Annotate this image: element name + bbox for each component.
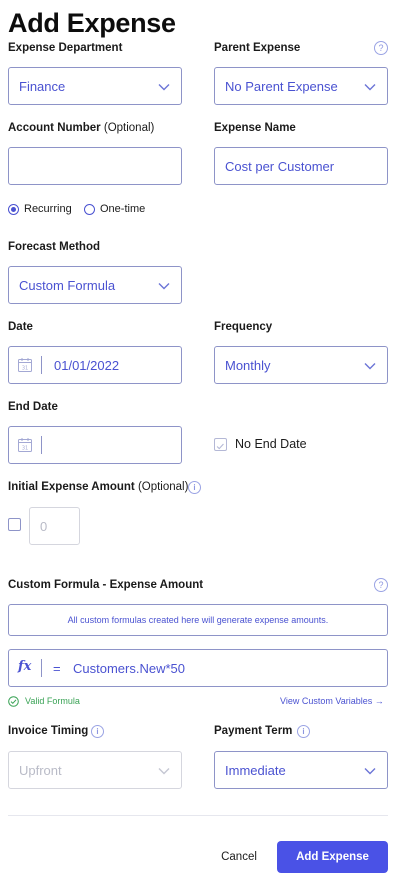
initial-amount-label: Initial Expense Amount (Optional) — [8, 481, 188, 493]
formula-value: Customers.New*50 — [73, 660, 185, 676]
date-label: Date — [8, 321, 33, 333]
payment-term-label: Payment Term — [214, 725, 293, 737]
one-time-radio[interactable] — [84, 204, 95, 215]
recurring-radio[interactable] — [8, 204, 19, 215]
field-separator — [41, 436, 42, 454]
add-expense-button[interactable]: Add Expense — [277, 841, 388, 873]
expense-name-label: Expense Name — [214, 122, 296, 134]
info-circle-icon[interactable]: i — [188, 481, 201, 494]
optional-tag: (Optional) — [137, 481, 189, 493]
no-end-date-label[interactable]: No End Date — [235, 437, 307, 451]
field-separator — [41, 659, 42, 677]
page-title: Add Expense — [8, 8, 176, 38]
chevron-down-icon — [158, 283, 170, 290]
one-time-radio-label[interactable]: One-time — [100, 203, 145, 215]
initial-amount-placeholder: 0 — [40, 518, 48, 534]
custom-formula-label: Custom Formula - Expense Amount — [8, 579, 204, 591]
payment-term-select[interactable]: Immediate — [214, 751, 388, 789]
initial-amount-label-text: Initial Expense Amount — [8, 481, 135, 493]
date-input[interactable]: 31 01/01/2022 — [8, 346, 182, 384]
parent-expense-value: No Parent Expense — [225, 78, 338, 94]
forecast-method-select[interactable]: Custom Formula — [8, 266, 182, 304]
valid-formula-text: Valid Formula — [25, 696, 80, 706]
parent-expense-label: Parent Expense — [214, 42, 301, 54]
calendar-icon-day: 31 — [22, 366, 28, 372]
no-end-date-checkbox[interactable] — [214, 438, 227, 451]
chevron-down-icon — [158, 84, 170, 91]
forecast-method-value: Custom Formula — [19, 277, 116, 293]
formula-note: All custom formulas created here will ge… — [8, 604, 388, 636]
check-circle-icon — [8, 696, 19, 707]
chevron-down-icon — [364, 768, 376, 775]
recurring-radio-label[interactable]: Recurring — [24, 203, 72, 215]
check-icon — [216, 443, 224, 450]
chevron-down-icon — [158, 768, 170, 775]
initial-amount-checkbox[interactable] — [8, 518, 21, 531]
formula-input[interactable]: fx = Customers.New*50 — [8, 649, 388, 687]
cancel-button[interactable]: Cancel — [214, 841, 264, 873]
footer-divider — [8, 815, 388, 816]
view-custom-variables-link[interactable]: View Custom Variables → — [280, 696, 384, 706]
frequency-label: Frequency — [214, 321, 273, 333]
account-number-label: Account Number (Optional) — [8, 122, 154, 134]
field-separator — [41, 356, 42, 374]
end-date-input[interactable]: 31 — [8, 426, 182, 464]
expense-department-select[interactable]: Finance — [8, 67, 182, 105]
info-circle-icon[interactable]: i — [91, 725, 104, 738]
parent-expense-select[interactable]: No Parent Expense — [214, 67, 388, 105]
question-circle-icon[interactable]: ? — [374, 41, 388, 55]
invoice-timing-label: Invoice Timing — [8, 725, 89, 737]
chevron-down-icon — [364, 84, 376, 91]
optional-tag: (Optional) — [103, 122, 155, 134]
fx-icon: fx — [18, 659, 32, 674]
end-date-label: End Date — [8, 401, 58, 413]
invoice-timing-value: Upfront — [19, 762, 62, 778]
frequency-value: Monthly — [225, 357, 271, 373]
expense-department-value: Finance — [19, 78, 66, 94]
frequency-select[interactable]: Monthly — [214, 346, 388, 384]
initial-amount-input[interactable]: 0 — [29, 507, 80, 545]
account-number-label-text: Account Number — [8, 122, 101, 134]
expense-name-value: Cost per Customer — [225, 158, 335, 174]
info-circle-icon[interactable]: i — [297, 725, 310, 738]
question-circle-icon[interactable]: ? — [374, 578, 388, 592]
calendar-icon-day: 31 — [22, 446, 28, 452]
calendar-icon[interactable]: 31 — [17, 357, 33, 373]
invoice-timing-select[interactable]: Upfront — [8, 751, 182, 789]
expense-name-input[interactable]: Cost per Customer — [214, 147, 388, 185]
formula-equals: = — [53, 661, 61, 676]
account-number-input[interactable] — [8, 147, 182, 185]
payment-term-value: Immediate — [225, 762, 286, 778]
calendar-icon[interactable]: 31 — [17, 437, 33, 453]
expense-department-label: Expense Department — [8, 42, 123, 54]
forecast-method-label: Forecast Method — [8, 241, 101, 253]
chevron-down-icon — [364, 363, 376, 370]
